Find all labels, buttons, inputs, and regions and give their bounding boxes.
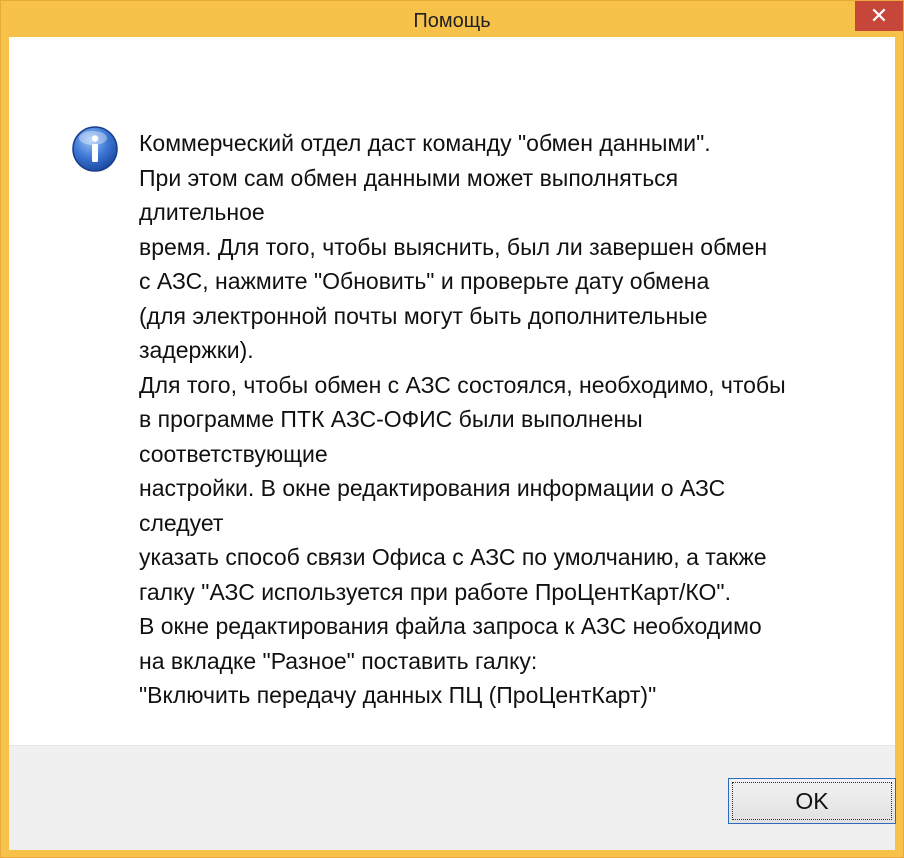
info-icon bbox=[72, 126, 118, 172]
message-line: указать способ связи Офиса с АЗС по умол… bbox=[139, 544, 767, 570]
message-text: Коммерческий отдел даст команду "обмен д… bbox=[139, 126, 879, 713]
close-button[interactable]: ✕ bbox=[855, 1, 903, 31]
help-dialog-window: Помощь ✕ Коммерческий отдел даст команду… bbox=[0, 0, 904, 858]
message-line: в программе ПТК АЗС-ОФИС были выполнены bbox=[139, 406, 643, 432]
message-line: В окне редактирования файла запроса к АЗ… bbox=[139, 613, 762, 639]
message-line: задержки). bbox=[139, 337, 254, 363]
message-line: галку "АЗС используется при работе ПроЦе… bbox=[139, 578, 731, 605]
button-bar: OK bbox=[9, 745, 896, 850]
message-line: время. Для того, чтобы выяснить, был ли … bbox=[139, 233, 768, 260]
message-line: При этом сам обмен данными может выполня… bbox=[139, 164, 679, 191]
window-title: Помощь bbox=[413, 10, 491, 32]
ok-button[interactable]: OK bbox=[728, 778, 896, 824]
message-line: Коммерческий отдел даст команду "обмен д… bbox=[139, 130, 711, 156]
message-line: Для того, чтобы обмен с АЗС состоялся, н… bbox=[139, 371, 786, 398]
title-bar[interactable]: Помощь ✕ bbox=[1, 1, 903, 37]
close-icon: ✕ bbox=[869, 3, 889, 28]
dialog-client-area: Коммерческий отдел даст команду "обмен д… bbox=[9, 37, 896, 850]
message-line: на вкладке "Разное" поставить галку: bbox=[139, 647, 538, 674]
message-line: настройки. В окне редактирования информа… bbox=[139, 475, 726, 501]
ok-button-label: OK bbox=[795, 787, 829, 814]
message-line: следует bbox=[139, 509, 224, 536]
message-line: соответствующие bbox=[139, 440, 328, 467]
message-line: с АЗС, нажмите "Обновить" и проверьте да… bbox=[139, 268, 710, 294]
message-line: (для электронной почты могут быть дополн… bbox=[139, 302, 708, 329]
message-area: Коммерческий отдел даст команду "обмен д… bbox=[9, 37, 895, 745]
message-line: "Включить передачу данных ПЦ (ПроЦентКар… bbox=[139, 682, 657, 708]
message-line: длительное bbox=[139, 199, 265, 225]
